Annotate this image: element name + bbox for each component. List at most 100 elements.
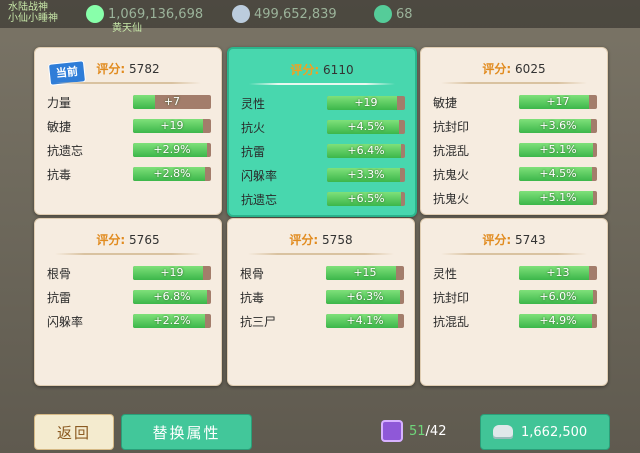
attr-value: +7 [163, 95, 181, 108]
attribute-card-4[interactable]: 评分: 5765 根骨 +19 抗雷 +6.8% 闪躲率 +2.2% [34, 218, 222, 386]
attr-name: 敏捷 [433, 95, 458, 110]
attr-bar: +5.1% [518, 143, 597, 157]
attr-value: +2.2% [153, 314, 191, 327]
attr-value: +6.0% [539, 290, 577, 303]
resource-gem-value: 68 [396, 6, 413, 22]
attr-value: +6.8% [153, 290, 191, 303]
resource-gem: 68 [374, 4, 413, 24]
attr-row: 灵性 +13 [433, 264, 597, 282]
attr-row: 抗雷 +6.8% [47, 288, 211, 306]
attr-row: 闪躲率 +3.3% [241, 166, 405, 184]
attr-name: 抗遗忘 [47, 143, 84, 158]
attr-bar: +6.5% [326, 192, 405, 206]
attribute-card-6[interactable]: 评分: 5743 灵性 +13 抗封印 +6.0% 抗混乱 +4.9% [420, 218, 608, 386]
attr-value: +2.8% [153, 167, 191, 180]
silver-ingot-icon [493, 425, 513, 439]
attr-row: 抗三尸 +4.1% [240, 312, 404, 330]
attr-name: 抗毒 [240, 290, 265, 305]
silver-amount: 1,662,500 [521, 424, 588, 440]
attr-row: 抗鬼火 +5.1% [433, 189, 597, 207]
attr-name: 闪躲率 [47, 314, 84, 329]
bottom-bar: 返回 替换属性 51 /42 1,662,500 [0, 412, 640, 453]
attr-row: 抗遗忘 +6.5% [241, 190, 405, 208]
silver-balance[interactable]: 1,662,500 [480, 414, 610, 450]
attr-name: 抗混乱 [433, 314, 470, 329]
attr-row: 抗毒 +2.8% [47, 165, 211, 183]
attribute-card-5[interactable]: 评分: 5758 根骨 +15 抗毒 +6.3% 抗三尸 +4.1% [227, 218, 415, 386]
score-value: 6110 [323, 63, 354, 77]
attr-bar: +19 [132, 119, 211, 133]
divider [248, 253, 394, 255]
attr-value: +5.1% [539, 191, 577, 204]
back-button[interactable]: 返回 [34, 414, 114, 450]
attr-bar: +5.1% [518, 191, 597, 205]
attr-name: 抗火 [241, 120, 266, 135]
attr-row: 抗遗忘 +2.9% [47, 141, 211, 159]
attr-bar: +7 [132, 95, 211, 109]
score: 评分: 5758 [228, 231, 414, 248]
divider [249, 83, 395, 85]
npc-name-text: 黄天仙 [112, 22, 142, 34]
attr-name: 抗鬼火 [433, 167, 470, 182]
attr-row: 抗火 +4.5% [241, 118, 405, 136]
attr-row: 抗封印 +3.6% [433, 117, 597, 135]
divider [441, 82, 587, 84]
count-current: 51 [409, 423, 426, 439]
score-label: 评分: [96, 233, 126, 247]
attribute-card-2[interactable]: 评分: 6110 灵性 +19 抗火 +4.5% 抗雷 +6.4% 闪躲率 +3… [227, 47, 417, 217]
attr-value: +19 [160, 266, 184, 279]
score: 评分: 6025 [421, 60, 607, 77]
attr-name: 抗毒 [47, 167, 72, 182]
attr-row: 敏捷 +19 [47, 117, 211, 135]
attr-value: +3.3% [347, 168, 385, 181]
attr-value: +6.3% [346, 290, 384, 303]
attr-bar: +4.5% [518, 167, 597, 181]
attr-bar: +19 [132, 266, 211, 280]
attr-value: +6.4% [347, 144, 385, 157]
attr-bar: +4.9% [518, 314, 597, 328]
score-label: 评分: [289, 233, 319, 247]
score-label: 评分: [482, 62, 512, 76]
attr-row: 抗鬼火 +4.5% [433, 165, 597, 183]
attr-value: +4.5% [347, 120, 385, 133]
attr-name: 抗三尸 [240, 314, 277, 329]
score-label: 评分: [482, 233, 512, 247]
score-value: 5765 [129, 233, 160, 247]
attr-bar: +15 [325, 266, 404, 280]
attr-name: 抗遗忘 [241, 192, 278, 207]
score: 评分: 5765 [35, 231, 221, 248]
attr-value: +5.1% [539, 143, 577, 156]
attr-value: +19 [354, 96, 378, 109]
attr-bar: +17 [518, 95, 597, 109]
attr-bar: +2.2% [132, 314, 211, 328]
score-label: 评分: [290, 63, 320, 77]
title-line-1: 水陆战神 [8, 2, 48, 13]
player-title: 水陆战神 小仙小睡神 [8, 2, 58, 24]
attr-bar: +6.8% [132, 290, 211, 304]
attr-value: +19 [160, 119, 184, 132]
attr-bar: +6.0% [518, 290, 597, 304]
score: 评分: 6110 [229, 61, 415, 78]
score: 评分: 5782 [35, 60, 221, 77]
attr-bar: +3.3% [326, 168, 405, 182]
score-value: 5743 [515, 233, 546, 247]
attr-row: 根骨 +15 [240, 264, 404, 282]
attr-name: 灵性 [433, 266, 458, 281]
attr-value: +2.9% [153, 143, 191, 156]
attr-bar: +13 [518, 266, 597, 280]
material-count: 51 /42 [381, 420, 446, 442]
attr-name: 根骨 [47, 266, 72, 281]
attr-bar: +6.3% [325, 290, 404, 304]
attr-row: 抗封印 +6.0% [433, 288, 597, 306]
attr-name: 敏捷 [47, 119, 72, 134]
attr-value: +4.1% [346, 314, 384, 327]
score: 评分: 5743 [421, 231, 607, 248]
attribute-card-1[interactable]: 当前 评分: 5782 力量 +7 敏捷 +19 抗遗忘 +2.9% 抗毒 +2… [34, 47, 222, 215]
attr-value: +3.6% [539, 119, 577, 132]
attr-value: +6.5% [347, 192, 385, 205]
score-value: 6025 [515, 62, 546, 76]
replace-attributes-button[interactable]: 替换属性 [121, 414, 252, 450]
attr-row: 力量 +7 [47, 93, 211, 111]
attribute-card-3[interactable]: 评分: 6025 敏捷 +17 抗封印 +3.6% 抗混乱 +5.1% 抗鬼火 … [420, 47, 608, 215]
attr-name: 抗鬼火 [433, 191, 470, 206]
